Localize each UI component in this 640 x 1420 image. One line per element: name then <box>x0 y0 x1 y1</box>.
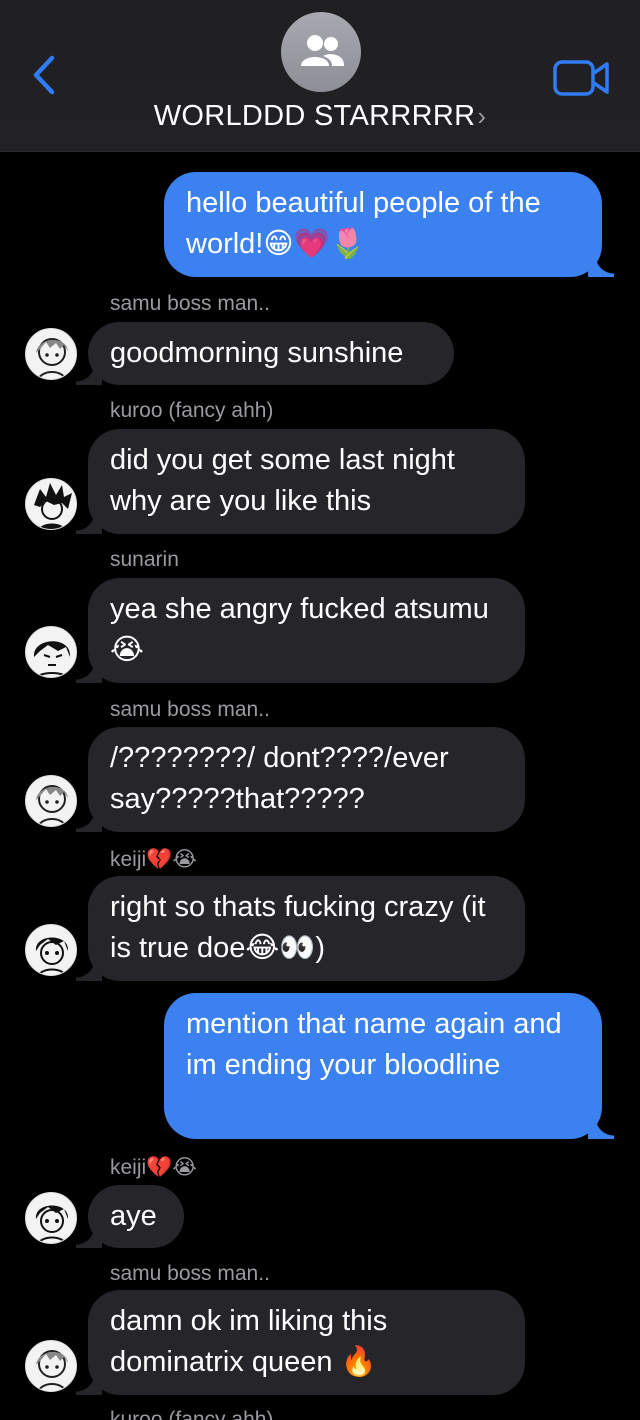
sender-name: keiji💔😭 <box>110 1156 197 1179</box>
avatar[interactable] <box>25 924 77 976</box>
message-text: aye <box>110 1200 157 1232</box>
sender-name: samu boss man.. <box>110 1262 270 1285</box>
chat-header: WORLDDD STARRRRR› <box>0 0 640 152</box>
sender-name: kuroo (fancy ahh) <box>110 1408 274 1420</box>
incoming-message-bubble[interactable]: did you get some last night why are you … <box>76 429 525 534</box>
group-avatar[interactable] <box>281 12 361 92</box>
message-text: hello beautiful people of the world!😁💗🌷 <box>186 187 541 260</box>
avatar[interactable] <box>25 1192 77 1244</box>
chat-title-text: WORLDDD STARRRRR <box>153 100 476 132</box>
outgoing-message-bubble[interactable]: mention that name again and im ending yo… <box>164 993 614 1139</box>
avatar[interactable] <box>25 775 77 827</box>
message-text: /????????/ dont????/ever say?????that???… <box>110 742 449 815</box>
message-text: yea she angry fucked atsumu😭 <box>110 593 489 666</box>
incoming-message-bubble[interactable]: aye <box>76 1185 184 1248</box>
avatar[interactable] <box>25 478 77 530</box>
video-camera-icon <box>553 60 609 96</box>
incoming-message-bubble[interactable]: damn ok im liking this dominatrix queen … <box>76 1290 525 1395</box>
chevron-left-icon <box>33 55 55 95</box>
avatar[interactable] <box>25 626 77 678</box>
sender-name: sunarin <box>110 548 179 571</box>
sender-name: samu boss man.. <box>110 698 270 721</box>
outgoing-message-bubble[interactable]: hello beautiful people of the world!😁💗🌷 <box>164 172 614 277</box>
avatar[interactable] <box>25 1340 77 1392</box>
incoming-message-bubble[interactable]: /????????/ dont????/ever say?????that???… <box>76 727 525 832</box>
chevron-right-icon: › <box>477 101 487 131</box>
back-button[interactable] <box>26 52 66 98</box>
sender-name: kuroo (fancy ahh) <box>110 399 274 422</box>
avatar[interactable] <box>25 328 77 380</box>
sender-name: samu boss man.. <box>110 292 270 315</box>
sender-name: keiji💔😭 <box>110 848 197 871</box>
message-text: goodmorning sunshine <box>110 337 404 369</box>
incoming-message-bubble[interactable]: right so thats fucking crazy (it is true… <box>76 876 525 981</box>
facetime-video-button[interactable] <box>552 58 612 98</box>
message-text: damn ok im liking this dominatrix queen … <box>110 1305 388 1378</box>
incoming-message-bubble[interactable]: yea she angry fucked atsumu😭 <box>76 578 525 683</box>
message-text: right so thats fucking crazy (it is true… <box>110 891 486 964</box>
message-text: mention that name again and im ending yo… <box>186 1008 562 1081</box>
incoming-message-bubble[interactable]: goodmorning sunshine <box>76 322 454 385</box>
message-text: did you get some last night why are you … <box>110 444 455 517</box>
group-people-icon <box>301 35 345 66</box>
chat-title[interactable]: WORLDDD STARRRRR› <box>0 100 640 133</box>
